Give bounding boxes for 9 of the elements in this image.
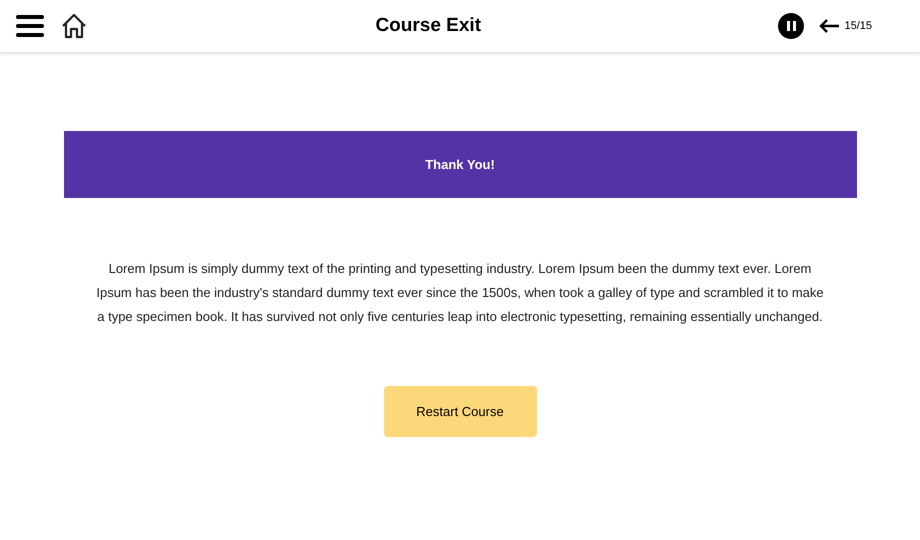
page-title: Course Exit	[375, 14, 482, 38]
page-counter: 15/15	[844, 18, 872, 34]
menu-icon[interactable]	[16, 15, 44, 37]
home-icon[interactable]	[60, 12, 88, 40]
back-arrow-icon[interactable]	[818, 18, 840, 34]
banner-title: Thank You!	[425, 156, 495, 174]
body-paragraph: Lorem Ipsum is simply dummy text of the printing and typesetting industry. Lorem Ipsum been the dummy text ever. Lorem Ipsum has been the industry's standard dummy text ever since the 1500s, when took a galley of type and scrambled it to make a type specimen book. It has survived not only five centuries leap into electronic typesetting, remaining essentially unchanged.	[95, 260, 825, 326]
restart-course-button[interactable]: Restart Course	[384, 386, 536, 437]
pause-icon[interactable]	[778, 13, 804, 39]
